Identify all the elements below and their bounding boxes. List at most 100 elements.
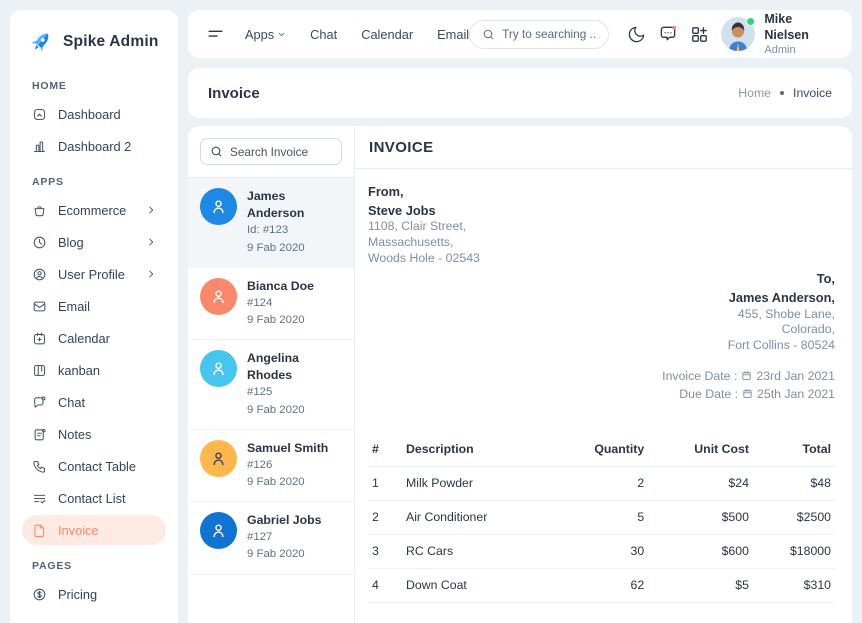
table-row: 3 RC Cars 30 $600 $18000 (368, 534, 835, 568)
sidebar-section-apps: APPS (10, 163, 178, 193)
sidebar-item-label: Pricing (58, 587, 97, 602)
invoice-customer-name: Angelina Rhodes (247, 350, 342, 384)
messages-icon[interactable] (653, 18, 684, 50)
sidebar-item-label: Dashboard 2 (58, 139, 131, 154)
nav-apps-label: Apps (245, 27, 274, 42)
user-role: Admin (764, 44, 838, 56)
from-name: Steve Jobs (368, 203, 835, 220)
invoice-list-item[interactable]: James Anderson Id: #123 9 Fab 2020 (188, 178, 354, 268)
dashboard-icon (32, 107, 47, 122)
kanban-icon (32, 363, 47, 378)
brand-logo[interactable]: Spike Admin (10, 10, 178, 67)
apps-grid-icon[interactable] (684, 18, 715, 50)
user-avatar (721, 17, 755, 51)
sidebar-item-label: Chat (58, 395, 85, 410)
user-circle-icon (32, 267, 47, 282)
basket-icon (32, 203, 47, 218)
sidebar-item-label: kanban (58, 363, 100, 378)
sidebar-item-dashboard[interactable]: Dashboard (22, 99, 166, 129)
col-description: Description (402, 435, 551, 467)
dark-mode-moon-icon[interactable] (621, 18, 652, 50)
mail-icon (32, 299, 47, 314)
sidebar-item-chat[interactable]: Chat (22, 387, 166, 417)
sidebar-item-ecommerce[interactable]: Ecommerce (22, 195, 166, 225)
calendar-icon (742, 388, 753, 399)
invoice-date: 9 Fab 2020 (247, 402, 342, 419)
invoice-list-item[interactable]: Gabriel Jobs #127 9 Fab 2020 (188, 502, 354, 574)
invoice-list-pane: James Anderson Id: #123 9 Fab 2020 Bianc… (188, 126, 355, 623)
nav-calendar-label: Calendar (361, 27, 413, 42)
nav-calendar[interactable]: Calendar (361, 27, 413, 42)
sidebar-item-notes[interactable]: Notes (22, 419, 166, 449)
invoice-search[interactable] (200, 138, 342, 165)
nav-email[interactable]: Email (437, 27, 469, 42)
invoice-dates: Invoice Date : 23rd Jan 2021 Due Date : … (368, 369, 835, 401)
nav-chat-label: Chat (310, 27, 337, 42)
invoice-list-item[interactable]: Samuel Smith #126 9 Fab 2020 (188, 430, 354, 502)
breadcrumb-home-link[interactable]: Home (738, 86, 771, 100)
sidebar-item-label: Calendar (58, 331, 110, 346)
invoice-heading: INVOICE (369, 139, 834, 156)
sidebar-item-blog[interactable]: Blog (22, 227, 166, 257)
col-quantity: Quantity (551, 435, 648, 467)
invoice-date: 9 Fab 2020 (247, 240, 342, 257)
menu-toggle-icon[interactable] (206, 25, 225, 44)
sidebar-item-pricing[interactable]: Pricing (22, 579, 166, 609)
invoice-file-icon (32, 523, 47, 538)
sidebar: Spike Admin HOME Dashboard Dashboard 2 A… (10, 10, 178, 623)
sidebar-item-invoice[interactable]: Invoice (22, 515, 166, 545)
sidebar-item-user-profile[interactable]: User Profile (22, 259, 166, 289)
invoice-customer-name: Bianca Doe (247, 278, 314, 295)
sidebar-item-email[interactable]: Email (22, 291, 166, 321)
sidebar-item-kanban[interactable]: kanban (22, 355, 166, 385)
person-avatar-icon (200, 512, 237, 549)
invoice-list-item[interactable]: Angelina Rhodes #125 9 Fab 2020 (188, 340, 354, 430)
sidebar-item-calendar[interactable]: Calendar (22, 323, 166, 353)
chevron-right-icon (146, 237, 156, 247)
invoice-search-input[interactable] (230, 145, 332, 159)
sidebar-item-label: Dashboard (58, 107, 121, 122)
nav-chat[interactable]: Chat (310, 27, 337, 42)
nav-apps[interactable]: Apps (245, 27, 286, 42)
search-icon (210, 145, 223, 158)
sidebar-item-label: Notes (58, 427, 91, 442)
global-search[interactable] (469, 20, 609, 49)
invoice-customer-name: Samuel Smith (247, 440, 328, 457)
person-avatar-icon (200, 188, 237, 225)
to-name: James Anderson, (368, 290, 835, 307)
user-name: Mike Nielsen (764, 12, 838, 43)
invoice-id: #127 (247, 529, 322, 546)
sidebar-item-label: Contact List (58, 491, 126, 506)
calendar-icon (741, 370, 752, 381)
sidebar-item-contact-table[interactable]: Contact Table (22, 451, 166, 481)
invoice-detail-pane: INVOICE From, Steve Jobs 1108, Clair Str… (355, 126, 852, 623)
user-profile-menu[interactable]: Mike Nielsen Admin (721, 12, 838, 55)
bar-chart-icon (32, 139, 47, 154)
col-number: # (368, 435, 402, 467)
sidebar-item-dashboard2[interactable]: Dashboard 2 (22, 131, 166, 161)
rocket-logo-icon (28, 29, 54, 55)
breadcrumb-bar: Invoice Home Invoice (188, 68, 852, 118)
note-icon (32, 427, 47, 442)
due-date-row: Due Date : 25th Jan 2021 (368, 387, 835, 401)
dollar-circle-icon (32, 587, 47, 602)
invoice-list-item[interactable]: Bianca Doe #124 9 Fab 2020 (188, 268, 354, 340)
sidebar-item-contact-list[interactable]: Contact List (22, 483, 166, 513)
invoice-id: #124 (247, 295, 314, 312)
breadcrumb-current: Invoice (793, 86, 832, 100)
person-avatar-icon (200, 350, 237, 387)
breadcrumb: Home Invoice (738, 86, 832, 100)
invoice-from-address: From, Steve Jobs 1108, Clair Street, Mas… (368, 184, 835, 266)
sidebar-section-pages: PAGES (10, 547, 178, 577)
breadcrumb-separator-dot (780, 91, 784, 95)
chevron-right-icon (146, 269, 156, 279)
invoice-customer-name: James Anderson (247, 188, 342, 222)
global-search-input[interactable] (502, 27, 596, 41)
table-header-row: # Description Quantity Unit Cost Total (368, 435, 835, 467)
table-row: 1 Milk Powder 2 $24 $48 (368, 466, 835, 500)
sidebar-item-label: Email (58, 299, 90, 314)
top-header: Apps Chat Calendar Email Mike Nielsen Ad… (188, 10, 852, 58)
invoice-id: #126 (247, 457, 328, 474)
chevron-right-icon (146, 205, 156, 215)
sidebar-item-label: Ecommerce (58, 203, 126, 218)
